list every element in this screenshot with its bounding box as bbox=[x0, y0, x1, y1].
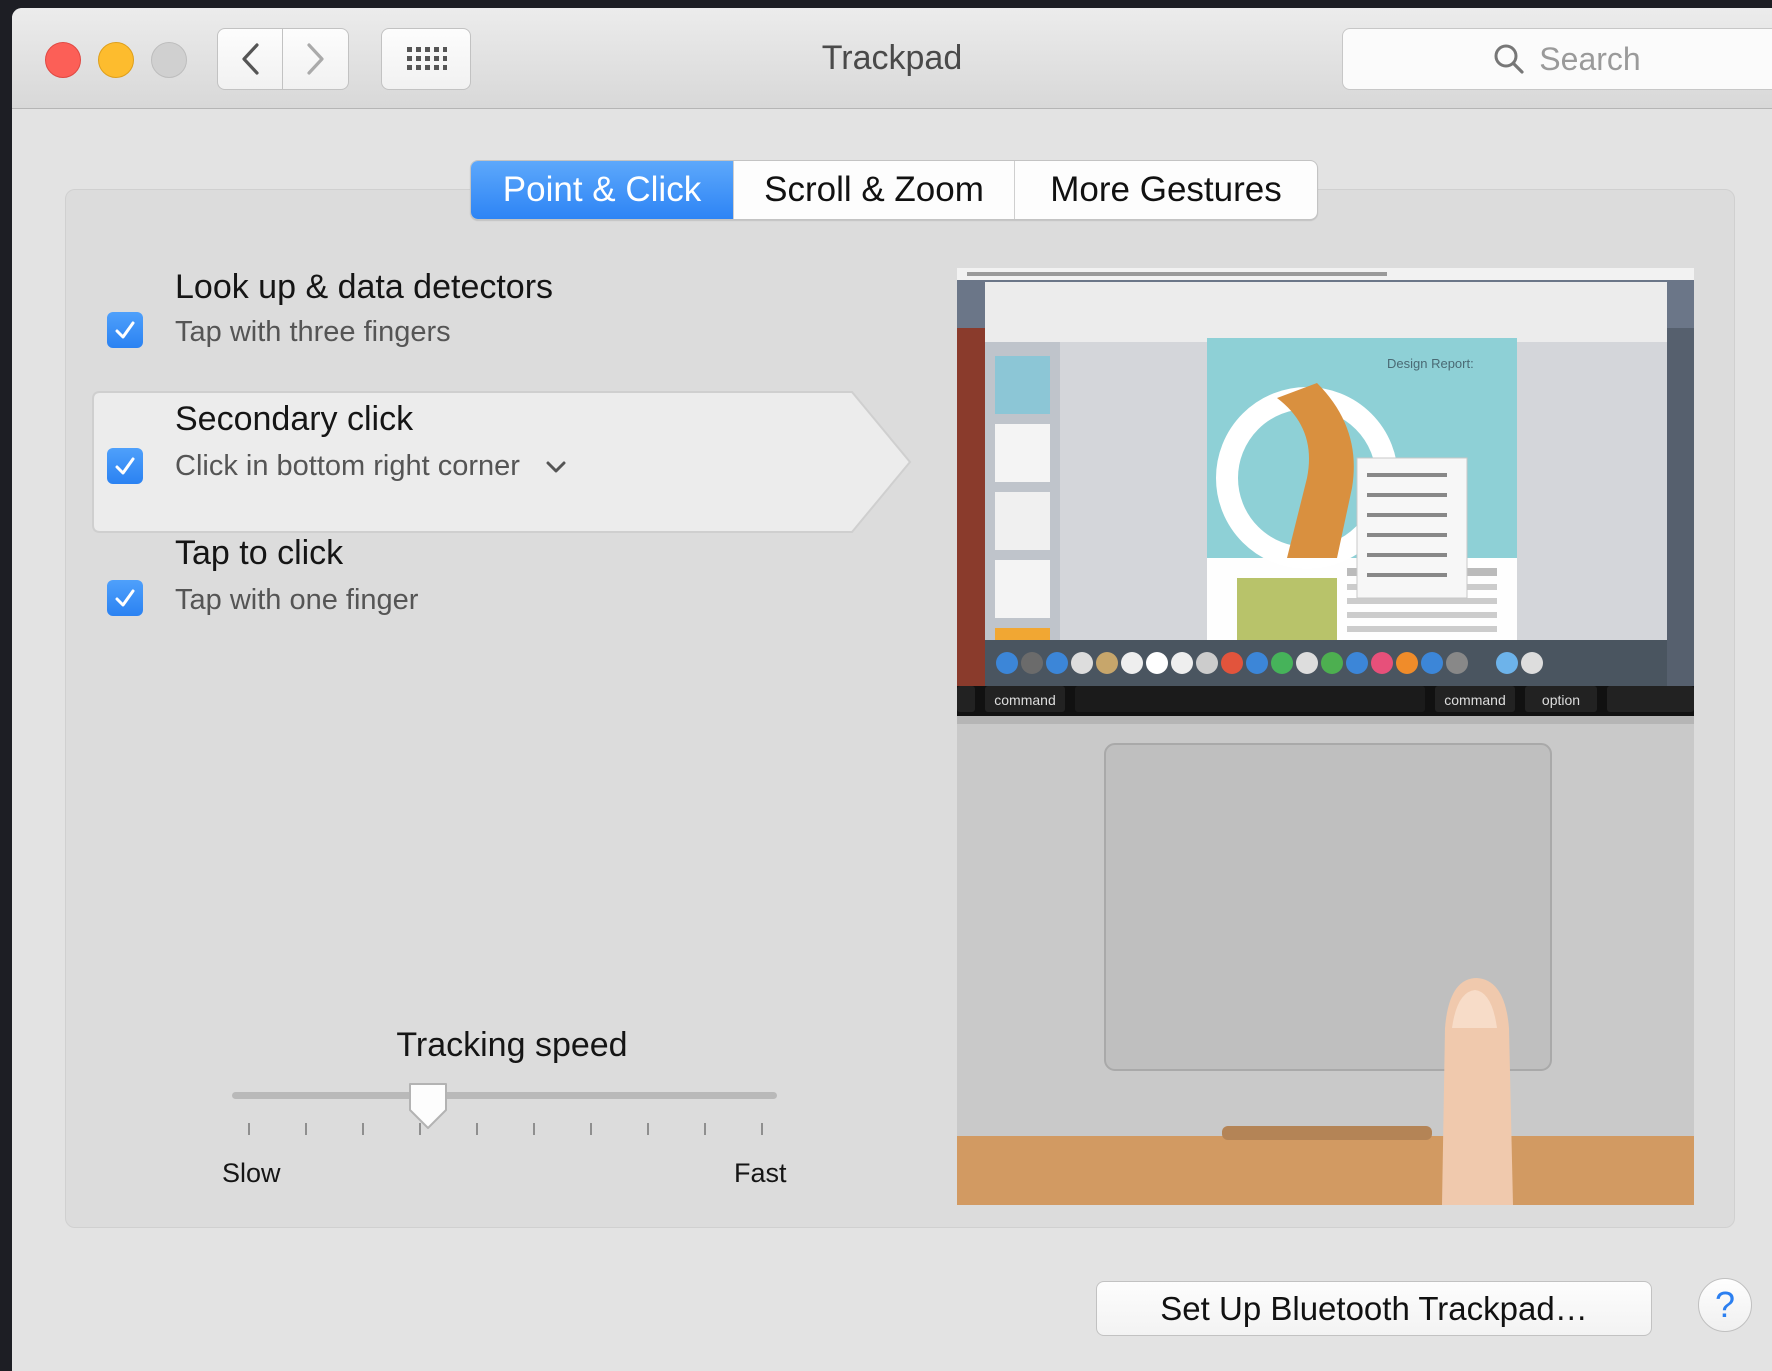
secondary-click-checkbox[interactable] bbox=[107, 448, 143, 484]
tracking-fast-label: Fast bbox=[734, 1158, 787, 1188]
search-field[interactable]: Search bbox=[1342, 28, 1772, 90]
tracking-slow-label: Slow bbox=[222, 1158, 281, 1188]
secondary-click-title: Secondary click bbox=[175, 400, 414, 438]
chevron-down-icon bbox=[546, 461, 566, 472]
setup-bluetooth-trackpad-button[interactable]: Set Up Bluetooth Trackpad… bbox=[1096, 1281, 1652, 1336]
gesture-preview-image: Design Report: command command option bbox=[957, 268, 1694, 1205]
secondary-click-value: Click in bottom right corner bbox=[175, 450, 520, 482]
checkmark-icon bbox=[115, 321, 135, 339]
preferences-window: Trackpad Search Point & Click Scroll & Z… bbox=[12, 8, 1772, 1371]
tab-scroll-zoom[interactable]: Scroll & Zoom bbox=[733, 161, 1014, 219]
title-bar: Trackpad Search bbox=[12, 8, 1772, 109]
checkmark-icon bbox=[115, 589, 135, 607]
tap-to-click-checkbox[interactable] bbox=[107, 580, 143, 616]
tracking-speed-ticks bbox=[248, 1123, 768, 1137]
tab-more-gestures[interactable]: More Gestures bbox=[1014, 161, 1317, 219]
preview-illustration: Design Report: command command option bbox=[957, 268, 1694, 1205]
key-command-right: command bbox=[1444, 692, 1505, 708]
tap-to-click-title: Tap to click bbox=[175, 534, 344, 572]
key-option: option bbox=[1542, 692, 1580, 708]
search-icon bbox=[1494, 44, 1524, 74]
tab-bar: Point & Click Scroll & Zoom More Gesture… bbox=[470, 160, 1318, 220]
key-command-left: command bbox=[994, 692, 1055, 708]
tracking-speed-track[interactable] bbox=[232, 1092, 777, 1099]
checkmark-icon bbox=[115, 457, 135, 475]
search-placeholder: Search bbox=[1539, 40, 1641, 77]
preview-doc-heading: Design Report: bbox=[1387, 356, 1474, 371]
tap-to-click-subtitle: Tap with one finger bbox=[175, 584, 419, 616]
lookup-checkbox[interactable] bbox=[107, 312, 143, 348]
lookup-subtitle: Tap with three fingers bbox=[175, 316, 451, 348]
tracking-speed-label: Tracking speed bbox=[396, 1026, 628, 1064]
lookup-title: Look up & data detectors bbox=[175, 268, 554, 306]
tracking-speed-thumb[interactable] bbox=[406, 1080, 450, 1132]
tab-point-click[interactable]: Point & Click bbox=[471, 161, 733, 219]
secondary-click-dropdown[interactable]: Click in bottom right corner bbox=[175, 450, 566, 483]
help-button[interactable]: ? bbox=[1698, 1278, 1752, 1332]
